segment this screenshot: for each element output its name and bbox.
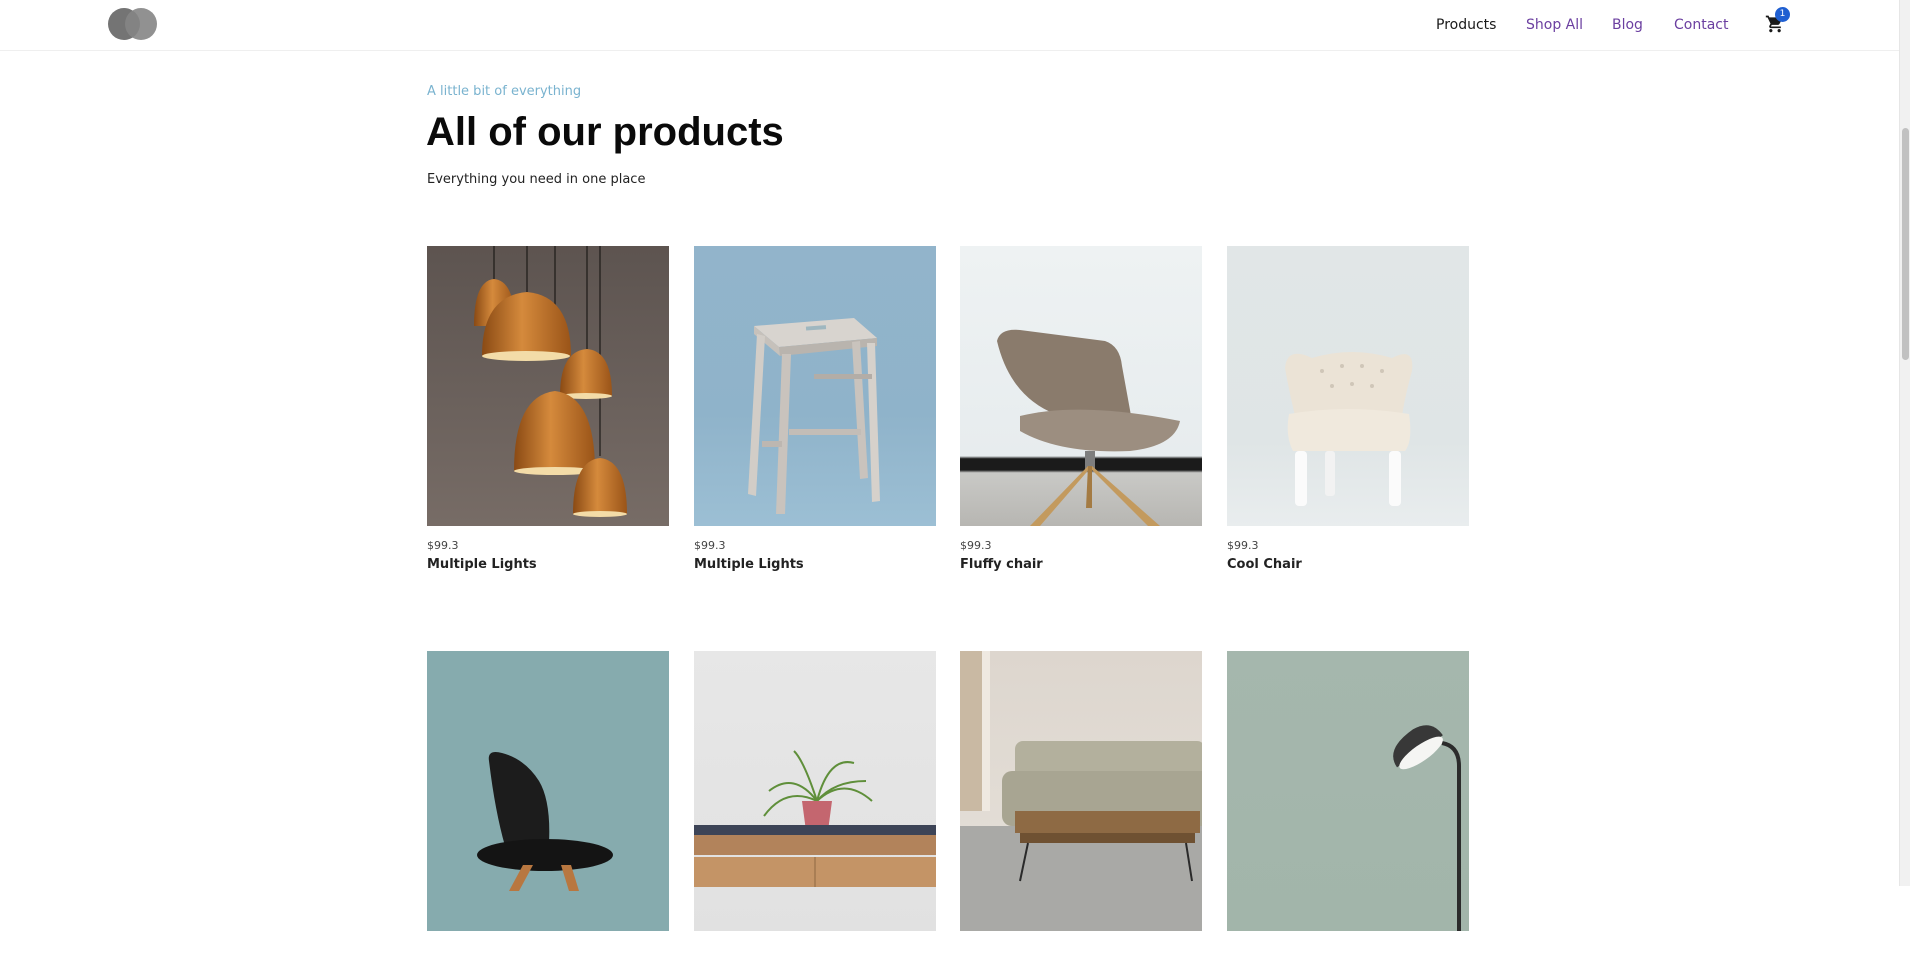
product-name[interactable]: Cool Chair xyxy=(1227,557,1469,572)
plant-dresser-illustration xyxy=(694,750,936,887)
floor-lamp-illustration xyxy=(1393,725,1461,931)
nav-products[interactable]: Products xyxy=(1436,17,1496,33)
product-image-black-chair[interactable] xyxy=(427,651,669,931)
product-price xyxy=(694,944,936,959)
product-card[interactable]: $99.3 Cool Chair xyxy=(1227,246,1469,572)
product-name[interactable]: Multiple Lights xyxy=(694,557,936,572)
page-subtitle: Everything you need in one place xyxy=(427,172,646,187)
product-image-floor-lamp[interactable] xyxy=(1227,651,1469,931)
product-image-plant-dresser[interactable] xyxy=(694,651,936,931)
cool-chair-illustration xyxy=(1285,352,1413,506)
product-name[interactable]: Fluffy chair xyxy=(960,557,1202,572)
product-card[interactable] xyxy=(1227,651,1469,962)
product-image-lights[interactable] xyxy=(427,246,669,526)
nav-shop-all[interactable]: Shop All xyxy=(1526,17,1583,33)
product-price xyxy=(1227,944,1469,959)
stool-illustration xyxy=(748,318,880,514)
logo[interactable] xyxy=(108,8,158,40)
product-image-fluffy-chair[interactable] xyxy=(960,246,1202,526)
product-price xyxy=(960,944,1202,959)
page-title: All of our products xyxy=(426,110,784,154)
product-price: $99.3 xyxy=(1227,539,1259,552)
product-name[interactable]: Multiple Lights xyxy=(427,557,669,572)
scrollbar-thumb[interactable] xyxy=(1902,128,1909,360)
product-image-sofa-table[interactable] xyxy=(960,651,1202,931)
product-image-cool-chair[interactable] xyxy=(1227,246,1469,526)
section-eyebrow: A little bit of everything xyxy=(427,84,582,99)
product-card[interactable]: $99.3 Multiple Lights xyxy=(427,246,669,572)
sofa-table-illustration xyxy=(960,651,1202,931)
fluffy-chair-illustration xyxy=(997,329,1180,526)
page-scrollbar[interactable] xyxy=(1899,0,1910,886)
product-card[interactable]: $99.3 Multiple Lights xyxy=(694,246,936,572)
product-card[interactable] xyxy=(694,651,936,962)
black-chair-illustration xyxy=(477,752,613,891)
product-price: $99.3 xyxy=(427,539,459,552)
product-image-stool[interactable] xyxy=(694,246,936,526)
site-header: Products Shop All Blog Contact 1 xyxy=(0,0,1899,51)
nav-contact[interactable]: Contact xyxy=(1674,17,1728,33)
product-card[interactable]: $99.3 Fluffy chair xyxy=(960,246,1202,572)
cart-button[interactable]: 1 xyxy=(1765,7,1790,36)
product-card[interactable] xyxy=(960,651,1202,962)
product-price: $99.3 xyxy=(960,539,992,552)
product-price: $99.3 xyxy=(694,539,726,552)
product-price xyxy=(427,944,669,959)
nav-blog[interactable]: Blog xyxy=(1612,17,1643,33)
cart-count-badge: 1 xyxy=(1775,7,1790,22)
logo-circle-right xyxy=(125,8,157,40)
product-card[interactable] xyxy=(427,651,669,962)
pendant-lights-illustration xyxy=(474,246,627,517)
